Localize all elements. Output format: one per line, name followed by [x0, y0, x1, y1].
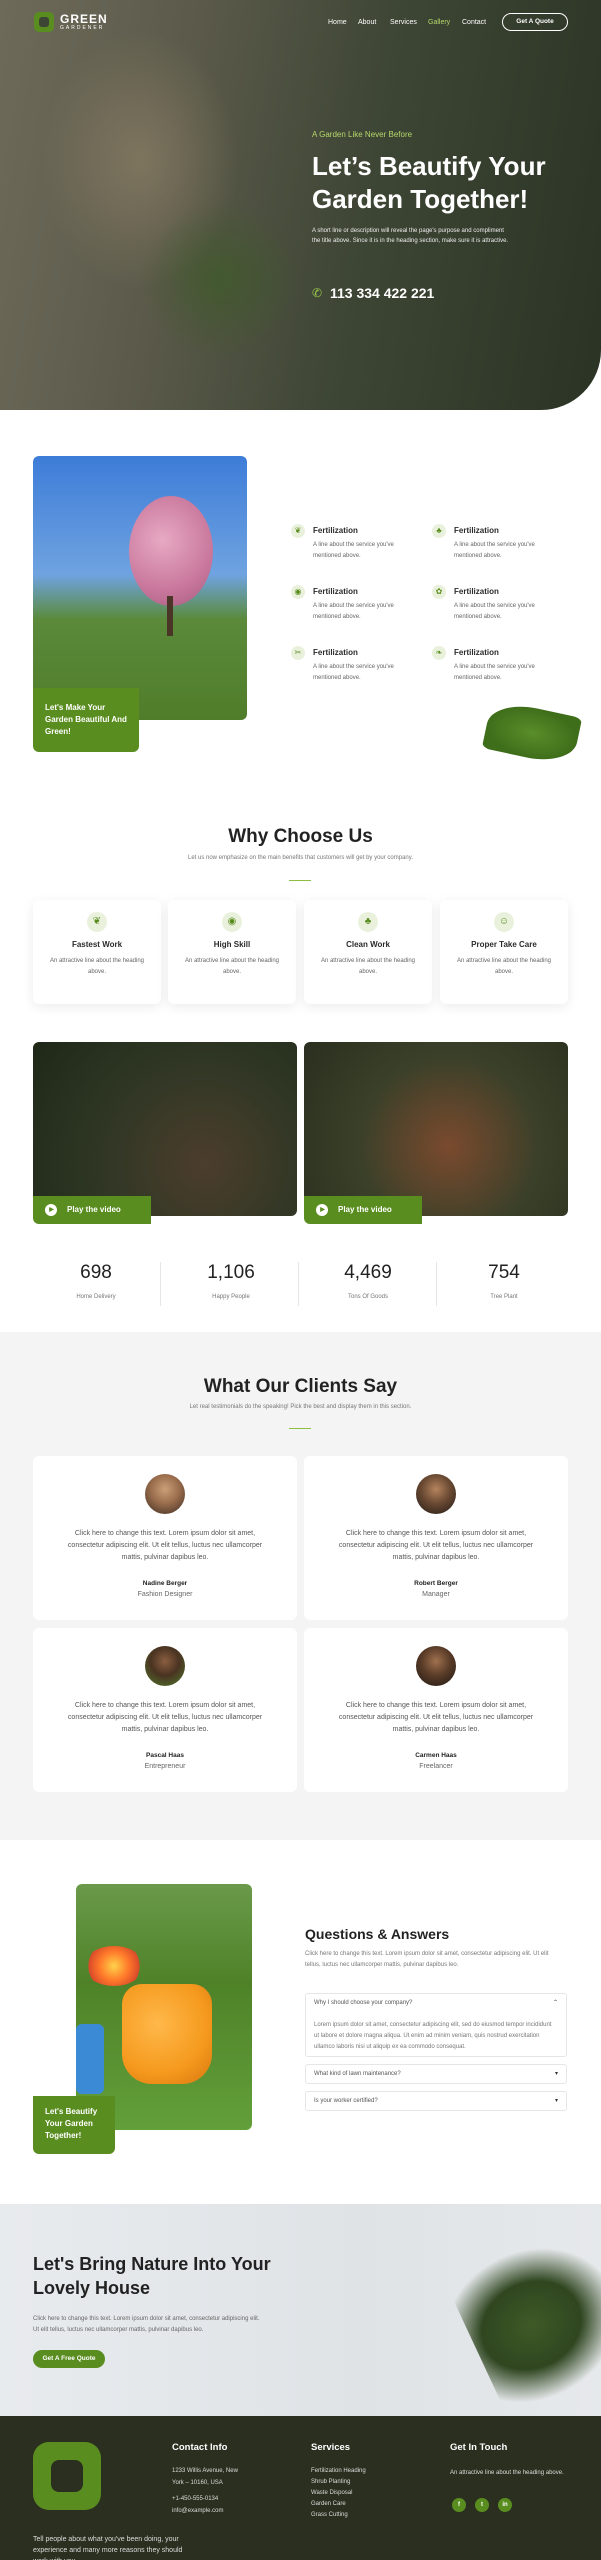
- hero-phone[interactable]: 113 334 422 221: [330, 285, 434, 301]
- avatar: [145, 1474, 185, 1514]
- video-thumbnail-soil[interactable]: [33, 1042, 297, 1216]
- play-icon: ▶: [45, 1204, 57, 1216]
- chevron-down-icon: ▾: [554, 2071, 558, 2077]
- why-card: ☺ Proper Take Care An attractive line ab…: [440, 900, 568, 1004]
- eye-leaf-icon: ◉: [291, 585, 305, 599]
- faq-title: Questions & Answers: [305, 1926, 450, 1942]
- why-card: ♣ Clean Work An attractive line about th…: [304, 900, 432, 1004]
- divider: [289, 1428, 311, 1429]
- features-image-label: Let's Make Your Garden Beautiful And Gre…: [33, 688, 139, 752]
- why-card: ◉ High Skill An attractive line about th…: [168, 900, 296, 1004]
- video-thumbnail-plant[interactable]: [304, 1042, 568, 1216]
- why-title: Why Choose Us: [228, 826, 373, 847]
- divider: [289, 880, 311, 881]
- chevron-down-icon: ▾: [554, 2098, 558, 2104]
- watering-can-image: [76, 1884, 252, 2130]
- stat-item: 1,106 Happy People: [207, 1262, 255, 1300]
- leaf-icon: ❦: [291, 524, 305, 538]
- faq-item[interactable]: What kind of lawn maintenance? ▾: [305, 2064, 567, 2084]
- twitter-icon[interactable]: t: [475, 2498, 489, 2512]
- why-card: ❦ Fastest Work An attractive line about …: [33, 900, 161, 1004]
- hero-kicker: A Garden Like Never Before: [312, 130, 413, 139]
- testimonial-card: Click here to change this text. Lorem ip…: [33, 1628, 297, 1792]
- nav-gallery[interactable]: Gallery: [428, 19, 450, 26]
- nav-contact[interactable]: Contact: [462, 19, 486, 26]
- avatar: [416, 1646, 456, 1686]
- stat-item: 754 Tree Plant: [488, 1262, 520, 1300]
- testimonials-section: What Our Clients Say Let real testimonia…: [0, 1332, 601, 1840]
- free-quote-button[interactable]: Get A Free Quote: [33, 2350, 105, 2368]
- tree-image: [33, 456, 247, 720]
- stat-item: 698 Home Delivery: [76, 1262, 116, 1300]
- footer-contact-title: Contact Info: [172, 2442, 228, 2453]
- eye-leaf-icon: ◉: [222, 912, 242, 932]
- why-subtitle: Let us now emphasize on the main benefit…: [187, 855, 413, 861]
- faq-image-label: Let's Beautify Your Garden Together!: [33, 2096, 115, 2154]
- leaf-icon: ❦: [87, 912, 107, 932]
- chevron-up-icon: ⌃: [552, 2000, 558, 2006]
- footer-services-title: Services: [311, 2442, 351, 2453]
- footer: Tell people about what you've been doing…: [0, 2416, 601, 2560]
- faq-item[interactable]: Is your worker certified? ▾: [305, 2091, 567, 2111]
- hero-description: A short line or description will reveal …: [312, 228, 509, 244]
- facebook-icon[interactable]: f: [452, 2498, 466, 2512]
- stat-item: 4,469 Tons Of Goods: [344, 1262, 392, 1300]
- testimonials-subtitle: Let real testimonials do the speaking! P…: [189, 1404, 412, 1410]
- flower-icon: ✿: [432, 585, 446, 599]
- cta-title: Let's Bring Nature Into Your Lovely Hous…: [33, 2254, 271, 2298]
- avatar: [145, 1646, 185, 1686]
- cta-description: Click here to change this text. Lorem ip…: [33, 2316, 260, 2333]
- brand-tag: GARDENER: [60, 25, 105, 31]
- play-icon: ▶: [316, 1204, 328, 1216]
- nav-about[interactable]: About: [358, 19, 376, 26]
- footer-about: Tell people about what you've been doing…: [33, 2536, 183, 2560]
- decorative-fern: [445, 2219, 601, 2419]
- sprout-icon: ♣: [432, 524, 446, 538]
- nav-services[interactable]: Services: [390, 19, 417, 26]
- person-icon: ☺: [494, 912, 514, 932]
- footer-logo-icon[interactable]: [33, 2442, 101, 2510]
- scissors-icon: ✂: [291, 646, 305, 660]
- decorative-leaf: [481, 698, 583, 768]
- sprout-icon: ♣: [358, 912, 378, 932]
- get-quote-button[interactable]: Get A Quote: [502, 13, 568, 31]
- cta-section: Let's Bring Nature Into Your Lovely Hous…: [0, 2204, 601, 2419]
- hero-title: Let’s Beautify Your Garden Together!: [312, 151, 546, 214]
- faq-intro: Click here to change this text. Lorem ip…: [305, 1951, 549, 1968]
- hero-section: GREEN GARDENER Home About Services Galle…: [0, 0, 601, 410]
- testimonial-card: Click here to change this text. Lorem ip…: [304, 1628, 568, 1792]
- testimonial-card: Click here to change this text. Lorem ip…: [33, 1456, 297, 1620]
- testimonial-card: Click here to change this text. Lorem ip…: [304, 1456, 568, 1620]
- faq-item-open[interactable]: Why I should choose your company? ⌃ Lore…: [305, 1993, 567, 2057]
- testimonials-title: What Our Clients Say: [203, 1376, 398, 1397]
- footer-touch-title: Get In Touch: [450, 2442, 508, 2453]
- play-video-button[interactable]: ▶ Play the video: [33, 1196, 151, 1224]
- brand-name: GREEN: [60, 12, 108, 26]
- phone-icon: ✆: [312, 286, 323, 300]
- nav-home[interactable]: Home: [328, 19, 347, 26]
- avatar: [416, 1474, 456, 1514]
- play-video-button[interactable]: ▶ Play the video: [304, 1196, 422, 1224]
- leaves-icon: ❧: [432, 646, 446, 660]
- linkedin-icon[interactable]: in: [498, 2498, 512, 2512]
- logo-icon[interactable]: [34, 12, 54, 32]
